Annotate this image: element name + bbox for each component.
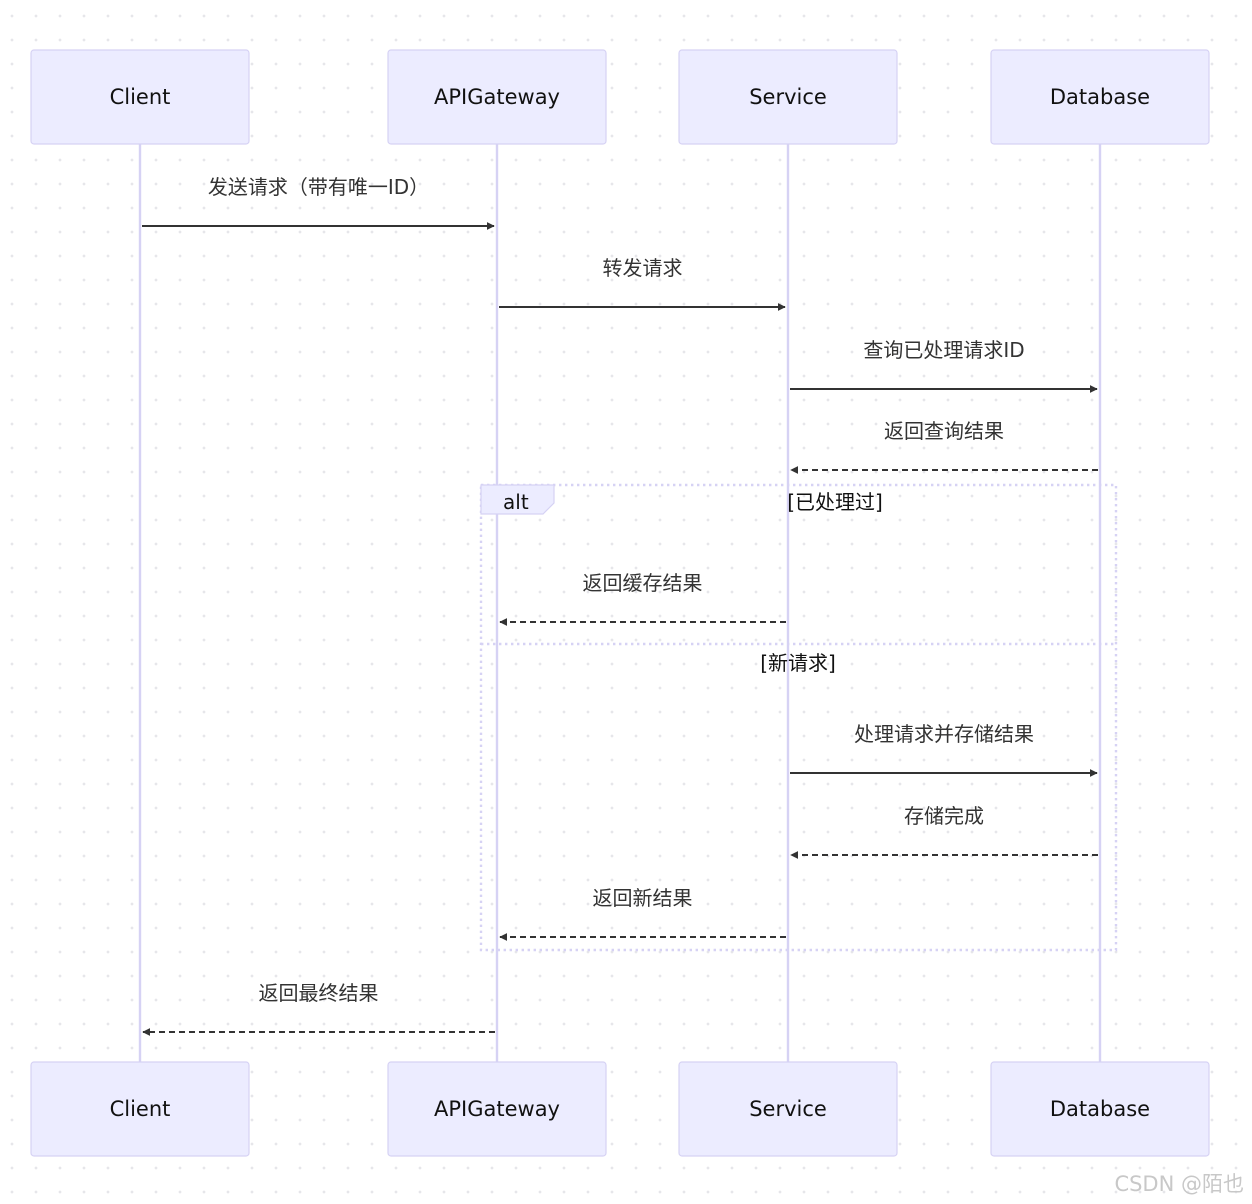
actor-label: Service xyxy=(749,1097,827,1121)
actor-label: APIGateway xyxy=(434,1097,560,1121)
actor-label: Database xyxy=(1050,85,1150,109)
actor-label: Client xyxy=(110,1097,171,1121)
watermark: CSDN @陌也 xyxy=(1114,1172,1244,1196)
message-label: 转发请求 xyxy=(603,256,683,280)
message-label: 返回最终结果 xyxy=(259,981,379,1005)
lifelines xyxy=(138,144,1102,1062)
message-label: 返回查询结果 xyxy=(884,419,1004,443)
alt-frame xyxy=(479,483,1118,952)
alt-condition-2: [新请求] xyxy=(760,651,836,675)
message-label: 存储完成 xyxy=(904,804,984,828)
actor-service-top[interactable]: Service xyxy=(678,49,898,145)
actors-bottom: Client APIGateway Service Database xyxy=(30,1061,1210,1157)
actor-database-top[interactable]: Database xyxy=(990,49,1210,145)
message-3: 查询已处理请求ID xyxy=(790,338,1098,393)
message-label: 处理请求并存储结果 xyxy=(854,722,1034,746)
actor-gateway-bottom[interactable]: APIGateway xyxy=(387,1061,607,1157)
message-label: 发送请求（带有唯一ID） xyxy=(208,175,429,199)
messages: 发送请求（带有唯一ID） 转发请求查询已处理请求ID 返回查询结果返回缓存结果处理请… xyxy=(142,175,1098,1036)
message-6: 处理请求并存储结果 xyxy=(790,722,1098,777)
alt-label: alt xyxy=(503,490,529,514)
message-1: 发送请求（带有唯一ID） xyxy=(142,175,495,230)
message-8: 返回新结果 xyxy=(499,886,786,941)
alt-condition-1: [已处理过] xyxy=(787,490,883,514)
sequence-diagram: Client APIGateway Service Database Clien… xyxy=(30,49,1210,1157)
actor-database-bottom[interactable]: Database xyxy=(990,1061,1210,1157)
actors-top: Client APIGateway Service Database xyxy=(30,49,1210,145)
alt-block: alt [已处理过] [新请求] xyxy=(479,483,1118,952)
actor-gateway-top[interactable]: APIGateway xyxy=(387,49,607,145)
message-4: 返回查询结果 xyxy=(790,419,1098,474)
message-5: 返回缓存结果 xyxy=(499,571,786,626)
message-label: 查询已处理请求ID xyxy=(863,338,1024,362)
message-9: 返回最终结果 xyxy=(142,981,495,1036)
actor-client-bottom[interactable]: Client xyxy=(30,1061,250,1157)
actor-label: APIGateway xyxy=(434,85,560,109)
actor-label: Client xyxy=(110,85,171,109)
message-label: 返回新结果 xyxy=(593,886,693,910)
actor-label: Database xyxy=(1050,1097,1150,1121)
actor-label: Service xyxy=(749,85,827,109)
actor-service-bottom[interactable]: Service xyxy=(678,1061,898,1157)
message-7: 存储完成 xyxy=(790,804,1098,859)
message-label: 返回缓存结果 xyxy=(583,571,703,595)
actor-client-top[interactable]: Client xyxy=(30,49,250,145)
message-2: 转发请求 xyxy=(499,256,786,311)
